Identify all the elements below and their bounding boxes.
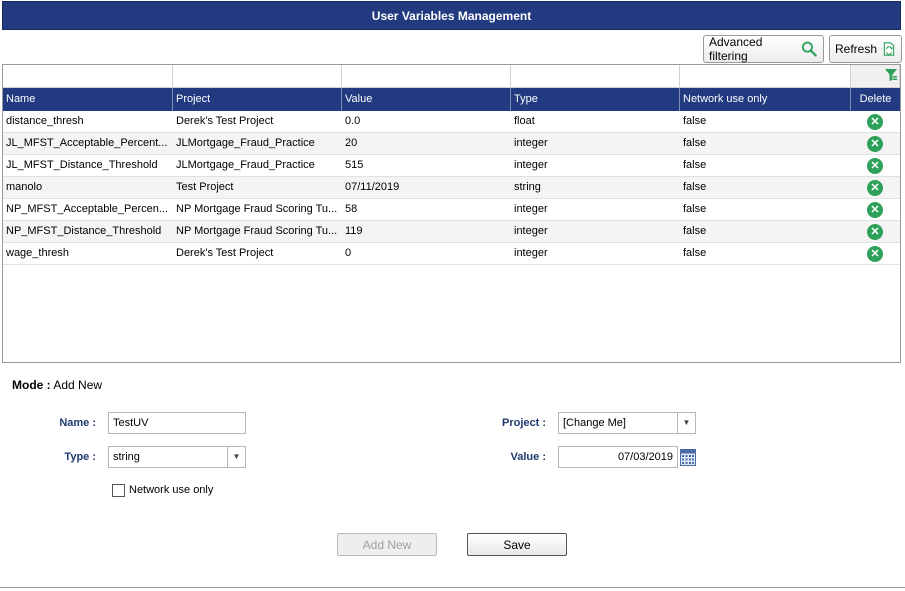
cell-type: float [514,115,535,127]
cell-type: string [514,181,541,193]
delete-icon[interactable]: ✕ [867,114,883,130]
bottom-divider [0,587,905,588]
cell-type: integer [514,137,548,149]
table-row[interactable]: JL_MFST_Distance_Threshold JLMortgage_Fr… [3,155,900,177]
cell-project: JLMortgage_Fraud_Practice [176,137,315,149]
advanced-filtering-button[interactable]: Advanced filtering [703,35,824,63]
cell-value: 58 [345,203,358,215]
refresh-label: Refresh [835,42,878,56]
advanced-filtering-label: Advanced filtering [709,35,763,63]
refresh-icon [883,42,895,56]
cell-project: Derek's Test Project [176,247,274,259]
page-title: User Variables Management [2,1,901,30]
table-row[interactable]: NP_MFST_Distance_Threshold NP Mortgage F… [3,221,900,243]
network-use-only-label: Network use only [129,484,214,496]
column-header-network[interactable]: Network use only [680,88,851,111]
table-row[interactable]: JL_MFST_Acceptable_Percent... JLMortgage… [3,133,900,155]
project-select[interactable]: [Change Me] ▼ [558,412,696,434]
cell-value: 119 [345,225,363,237]
name-field[interactable]: TestUV [108,412,246,434]
delete-icon[interactable]: ✕ [867,246,883,262]
calendar-icon[interactable] [680,448,696,466]
column-header-delete: Delete [859,93,892,105]
column-header-value[interactable]: Value [342,88,511,111]
project-select-value: [Change Me] [563,417,626,429]
column-header-project[interactable]: Project [173,88,342,111]
delete-icon[interactable]: ✕ [867,202,883,218]
cell-network: false [683,181,707,193]
type-select[interactable]: string ▼ [108,446,246,468]
chevron-down-icon[interactable]: ▼ [677,413,695,433]
cell-value: 07/11/2019 [345,181,400,193]
mode-value: Add New [53,378,103,392]
type-label: Type : [64,451,96,463]
chevron-down-icon[interactable]: ▼ [227,447,245,467]
cell-project: Test Project [176,181,234,193]
page-title-text: User Variables Management [371,8,532,23]
column-header-type[interactable]: Type [511,88,680,111]
type-select-value: string [113,451,140,463]
cell-value: 20 [345,137,358,149]
filter-cell-value[interactable] [342,65,511,88]
cell-network: false [683,115,707,127]
cell-value: 0.0 [345,115,361,127]
cell-project: NP Mortgage Fraud Scoring Tu... [176,203,338,215]
cell-network: false [683,137,707,149]
table-header: Name Project Value Type Network use only… [3,88,900,111]
cell-name: JL_MFST_Acceptable_Percent... [6,137,168,149]
cell-type: integer [514,247,548,259]
table-row[interactable]: wage_thresh Derek's Test Project 0 integ… [3,243,900,265]
filter-row [3,65,900,88]
filter-icon[interactable] [884,68,898,82]
filter-cell-type[interactable] [511,65,680,88]
filter-cell-delete [851,65,900,88]
cell-name: JL_MFST_Distance_Threshold [6,159,158,171]
add-new-button[interactable]: Add New [337,533,437,556]
table-row[interactable]: distance_thresh Derek's Test Project 0.0… [3,111,900,133]
cell-type: integer [514,203,548,215]
value-date-field[interactable]: 07/03/2019 [558,446,678,468]
cell-network: false [683,159,707,171]
column-header-name[interactable]: Name [3,88,173,111]
filter-cell-project[interactable] [173,65,342,88]
user-variables-table: Name Project Value Type Network use only… [2,64,901,363]
table-row[interactable]: manolo Test Project 07/11/2019 string fa… [3,177,900,199]
cell-name: distance_thresh [6,115,84,127]
network-use-only-checkbox[interactable] [112,484,125,497]
table-row[interactable]: NP_MFST_Acceptable_Percen... NP Mortgage… [3,199,900,221]
delete-icon[interactable]: ✕ [867,180,883,196]
cell-type: integer [514,225,548,237]
cell-value: 515 [345,159,364,171]
name-label: Name : [59,417,96,429]
cell-project: Derek's Test Project [176,115,274,127]
project-label: Project : [501,417,546,429]
search-icon [802,41,818,57]
mode-indicator: Mode : Add New [12,378,102,392]
save-button[interactable]: Save [467,533,567,556]
refresh-button[interactable]: Refresh [829,35,902,63]
cell-type: integer [514,159,548,171]
cell-name: NP_MFST_Acceptable_Percen... [6,203,169,215]
value-label: Value : [510,451,546,463]
cell-network: false [683,203,707,215]
cell-network: false [683,247,707,259]
delete-icon[interactable]: ✕ [867,136,883,152]
filter-cell-network[interactable] [680,65,851,88]
cell-project: NP Mortgage Fraud Scoring Tu... [176,225,338,237]
filter-cell-name[interactable] [3,65,173,88]
cell-project: JLMortgage_Fraud_Practice [176,159,315,171]
mode-label: Mode : [12,378,51,392]
cell-value: 0 [345,247,352,259]
delete-icon[interactable]: ✕ [867,224,883,240]
cell-name: manolo [6,181,43,193]
cell-name: wage_thresh [6,247,69,259]
cell-network: false [683,225,707,237]
cell-name: NP_MFST_Distance_Threshold [6,225,162,237]
delete-icon[interactable]: ✕ [867,158,883,174]
